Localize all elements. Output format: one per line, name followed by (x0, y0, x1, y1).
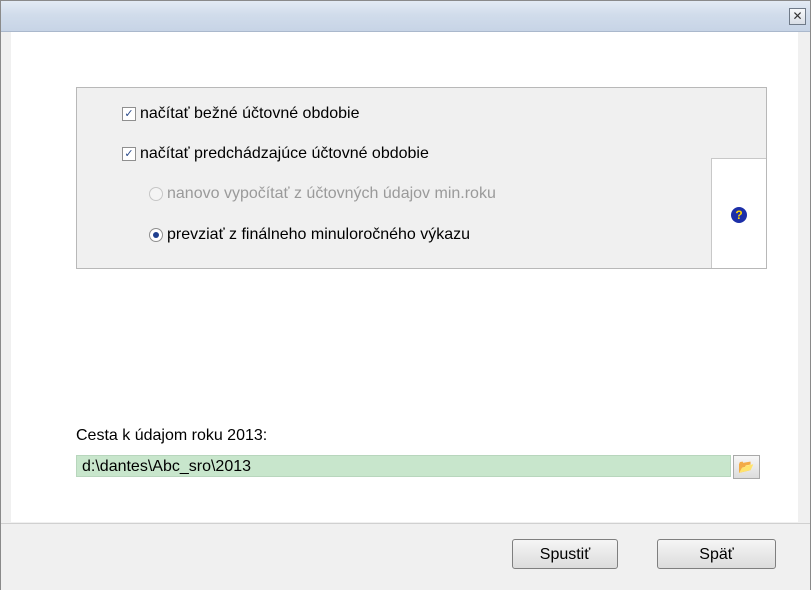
previous-period-checkbox[interactable]: ✓ načítať predchádzajúce účtovné obdobie (122, 145, 429, 163)
question-icon: ? (731, 207, 747, 223)
run-button[interactable]: Spustiť (512, 539, 618, 569)
previous-period-label: načítať predchádzajúce účtovné obdobie (140, 145, 429, 162)
back-button[interactable]: Späť (657, 539, 776, 569)
current-period-checkbox[interactable]: ✓ načítať bežné účtovné obdobie (122, 105, 360, 123)
path-label: Cesta k údajom roku 2013: (76, 427, 268, 444)
path-input[interactable]: d:\dantes\Abc_sro\2013 (76, 455, 731, 477)
take-final-radio[interactable]: prevziať z finálneho minuloročného výkaz… (149, 226, 470, 244)
folder-open-icon: 📂 (738, 459, 755, 474)
load-options-group: ✓ načítať bežné účtovné obdobie ✓ načíta… (76, 87, 767, 269)
dialog-window: ✕ ✓ načítať bežné účtovné obdobie ✓ načí… (0, 0, 811, 590)
take-final-label: prevziať z finálneho minuloročného výkaz… (167, 226, 471, 243)
close-button[interactable]: ✕ (789, 8, 806, 25)
title-bar: ✕ (1, 1, 810, 32)
radio-selected-icon (149, 228, 163, 242)
path-row: d:\dantes\Abc_sro\2013 📂 (76, 455, 782, 479)
radio-unselected-icon (149, 187, 163, 201)
browse-button[interactable]: 📂 (733, 455, 760, 479)
checkbox-checked-icon: ✓ (122, 147, 136, 161)
current-period-label: načítať bežné účtovné obdobie (140, 105, 360, 122)
dialog-footer: Spustiť Späť (1, 523, 810, 590)
close-icon: ✕ (792, 9, 803, 23)
checkbox-checked-icon: ✓ (122, 107, 136, 121)
help-button[interactable]: ? (711, 158, 766, 268)
dialog-content: ✓ načítať bežné účtovné obdobie ✓ načíta… (11, 32, 798, 522)
recalculate-label: nanovo vypočítať z účtovných údajov min.… (167, 185, 496, 202)
recalculate-radio[interactable]: nanovo vypočítať z účtovných údajov min.… (149, 185, 496, 203)
